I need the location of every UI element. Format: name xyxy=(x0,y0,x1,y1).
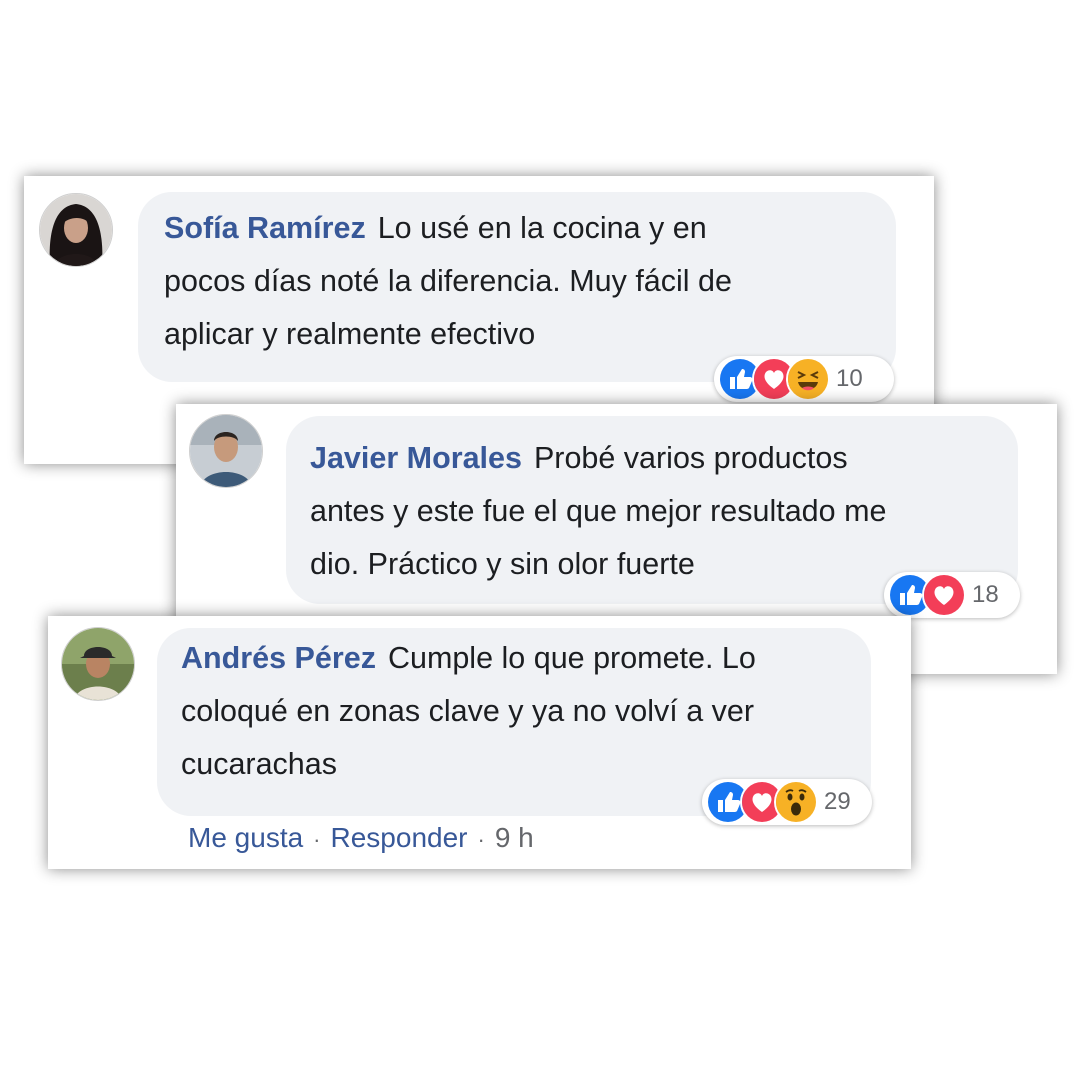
comment-text-line: cucarachas xyxy=(181,747,337,781)
reaction-summary[interactable]: 18 xyxy=(884,572,1020,618)
like-link[interactable]: Me gusta xyxy=(188,822,303,853)
comment-body: Sofía Ramírez Lo usé en la cocina y en po… xyxy=(164,202,894,361)
reaction-summary[interactable]: 29 xyxy=(702,779,872,825)
comment-bubble: Sofía Ramírez Lo usé en la cocina y en po… xyxy=(138,192,896,382)
reaction-count: 29 xyxy=(824,788,851,815)
haha-icon xyxy=(786,357,830,401)
separator: · xyxy=(477,827,485,852)
reaction-count: 10 xyxy=(836,365,863,392)
author-name[interactable]: Sofía Ramírez xyxy=(164,211,366,245)
comment-text-line: coloqué en zonas clave y ya no volví a v… xyxy=(181,694,755,728)
comment-card-3: Andrés Pérez Cumple lo que promete. Lo co… xyxy=(48,616,911,869)
comment-text-line: Cumple lo que promete. Lo xyxy=(387,641,756,675)
comment-body: Javier Morales Probé varios productos ant… xyxy=(310,432,1015,591)
comment-body: Andrés Pérez Cumple lo que promete. Lo co… xyxy=(181,632,871,791)
reaction-count: 18 xyxy=(972,581,999,608)
avatar[interactable] xyxy=(61,627,135,701)
reply-link[interactable]: Responder xyxy=(331,822,468,853)
comment-text-line: antes y este fue el que mejor resultado … xyxy=(310,494,887,528)
separator: · xyxy=(313,827,321,852)
reaction-summary[interactable]: 10 xyxy=(714,356,894,402)
author-name[interactable]: Javier Morales xyxy=(310,441,522,475)
wow-icon xyxy=(774,780,818,824)
comment-text-line: pocos días noté la diferencia. Muy fácil… xyxy=(164,264,732,298)
avatar[interactable] xyxy=(39,193,113,267)
comment-text-line: Lo usé en la cocina y en xyxy=(377,211,707,245)
comment-text-line: Probé varios productos xyxy=(533,441,848,475)
comment-actions: Me gusta · Responder · 9 h xyxy=(188,822,534,854)
timestamp[interactable]: 9 h xyxy=(495,822,534,853)
author-name[interactable]: Andrés Pérez xyxy=(181,641,376,675)
comment-text-line: dio. Práctico y sin olor fuerte xyxy=(310,547,695,581)
love-icon xyxy=(922,573,966,617)
comment-text-line: aplicar y realmente efectivo xyxy=(164,317,536,351)
avatar[interactable] xyxy=(189,414,263,488)
